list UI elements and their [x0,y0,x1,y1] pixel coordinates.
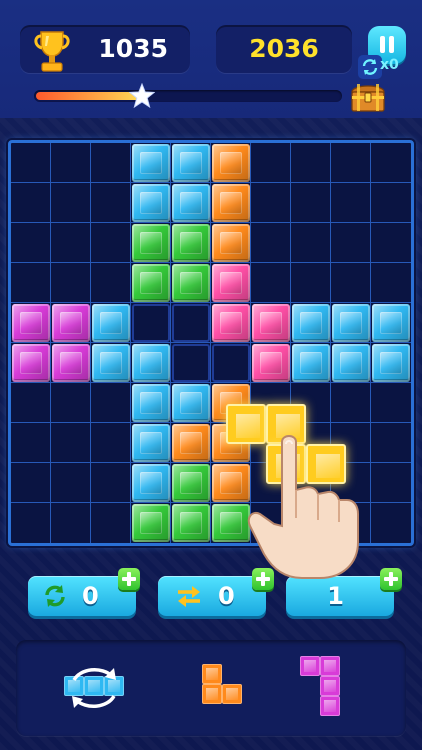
treasure-chest-icon[interactable] [349,80,387,114]
best-score: 2036 [249,34,319,63]
grid-line [90,143,91,543]
gem-block [12,304,50,342]
refill-count: x0 [380,57,399,73]
gem-block [292,344,330,382]
gem-block [132,144,170,182]
gem-block [172,184,210,222]
tray-piece-block[interactable] [202,664,222,684]
grid-line [11,222,411,223]
grid-line [170,143,171,543]
empty-cell [172,344,210,382]
tray-piece-block[interactable] [320,676,340,696]
refill-icon[interactable] [358,55,382,79]
gem-block [132,224,170,262]
grid-line [11,182,411,183]
grid-line [11,302,411,303]
gem-block [172,424,210,462]
add-refresh-button[interactable] [118,568,140,590]
grid-line [370,143,371,543]
grid-line [11,382,411,383]
gem-block [172,144,210,182]
grid-line [11,262,411,263]
gem-block [172,504,210,542]
grid-line [130,143,131,543]
empty-cell [172,304,210,342]
gem-block [132,264,170,302]
gem-block [132,424,170,462]
gem-block [252,344,290,382]
gem-block [372,344,410,382]
gem-block [172,384,210,422]
grid-line [50,143,51,543]
gem-block [212,304,250,342]
gem-block [172,464,210,502]
gem-block [132,464,170,502]
empty-cell [132,304,170,342]
gem-block [332,304,370,342]
refresh-icon [45,585,65,607]
tray-piece-block[interactable] [300,656,320,676]
gem-block [172,264,210,302]
gem-block [332,344,370,382]
gem-block [212,144,250,182]
gem-block [372,304,410,342]
gem-block [172,224,210,262]
rotate-piece-icon[interactable] [64,662,124,712]
empty-cell [212,344,250,382]
tray-piece-block[interactable] [320,696,340,716]
pause-icon [380,36,385,53]
swap-booster-count: 0 [218,582,235,610]
gem-block [212,264,250,302]
best-score-panel: 2036 [216,25,352,73]
add-extra-button[interactable] [380,568,402,590]
tray-piece-block[interactable] [222,684,242,704]
trophy-icon [34,31,70,72]
gem-block [92,304,130,342]
gem-block [212,224,250,262]
grid-line [210,143,211,543]
current-score: 1035 [98,34,168,63]
gem-block [92,344,130,382]
gem-block [292,304,330,342]
gem-block [252,304,290,342]
pointing-hand-icon [247,435,359,579]
gem-block [52,304,90,342]
tray-piece-block[interactable] [320,656,340,676]
swap-booster-button[interactable]: 0 [158,576,266,616]
gem-block [52,344,90,382]
grid-line [11,422,411,423]
progress-fill [36,92,143,100]
gem-block [132,184,170,222]
extra-booster-count: 1 [327,582,344,610]
level-progress-bar [34,90,342,102]
refresh-booster-count: 0 [82,582,99,610]
grid-line [11,342,411,343]
gem-block [132,344,170,382]
gem-block [132,504,170,542]
swap-arrows-icon [178,586,200,607]
star-icon [129,83,156,109]
tray-piece-block[interactable] [202,684,222,704]
extra-booster-button[interactable]: 1 [286,576,394,616]
gem-block [132,384,170,422]
gem-block [12,344,50,382]
gem-block [212,184,250,222]
